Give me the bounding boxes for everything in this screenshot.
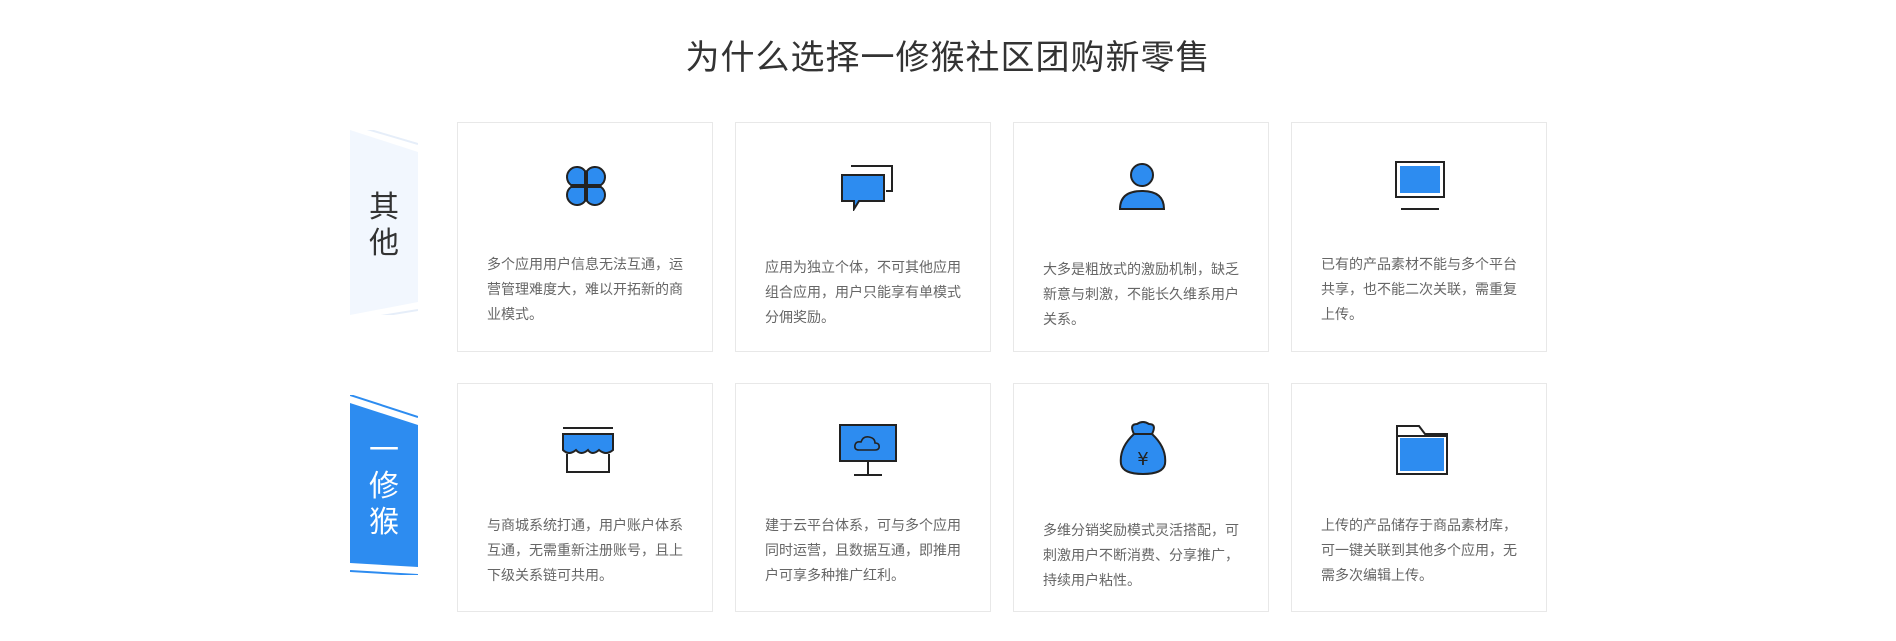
feature-card: 已有的产品素材不能与多个平台共享，也不能二次关联，需重复上传。 xyxy=(1291,122,1547,352)
feature-card: 与商城系统打通，用户账户体系互通，无需重新注册账号，且上下级关系链可共用。 xyxy=(457,383,713,612)
feature-card: 应用为独立个体，不可其他应用组合应用，用户只能享有单模式分佣奖励。 xyxy=(735,122,991,352)
cloud-monitor-icon xyxy=(839,424,897,476)
feature-card: 多个应用用户信息无法互通，运营管理难度大，难以开拓新的商业模式。 xyxy=(457,122,713,352)
side-label-other: 其 他 xyxy=(350,130,418,315)
chat-bubbles-icon xyxy=(839,161,893,213)
side-label-char: 猴 xyxy=(369,505,399,540)
card-text: 与商城系统打通，用户账户体系互通，无需重新注册账号，且上下级关系链可共用。 xyxy=(487,518,683,584)
side-label-char: 修 xyxy=(369,469,399,504)
side-label-char: 其 xyxy=(369,190,399,225)
svg-text:¥: ¥ xyxy=(1137,449,1148,470)
feature-card: 大多是粗放式的激励机制，缺乏新意与刺激，不能长久维系用户关系。 xyxy=(1013,122,1269,352)
monitor-icon xyxy=(1395,161,1445,211)
feature-card: ¥ 多维分销奖励模式灵活搭配，可刺激用户不断消费、分享推广，持续用户粘性。 xyxy=(1013,383,1269,612)
feature-card: 建于云平台体系，可与多个应用同时运营，且数据互通，即推用户可享多种推广红利。 xyxy=(735,383,991,612)
folder-icon xyxy=(1395,424,1448,475)
card-text: 多维分销奖励模式灵活搭配，可刺激用户不断消费、分享推广，持续用户粘性。 xyxy=(1043,523,1239,589)
money-bag-icon: ¥ xyxy=(1117,420,1167,476)
card-text: 建于云平台体系，可与多个应用同时运营，且数据互通，即推用户可享多种推广红利。 xyxy=(765,518,961,584)
user-icon xyxy=(1117,161,1167,211)
card-text: 已有的产品素材不能与多个平台共享，也不能二次关联，需重复上传。 xyxy=(1321,257,1517,323)
side-label-yixiuhou: 一 修 猴 xyxy=(350,395,418,575)
side-label-char: 一 xyxy=(369,433,399,468)
storefront-icon xyxy=(561,424,614,474)
card-text: 应用为独立个体，不可其他应用组合应用，用户只能享有单模式分佣奖励。 xyxy=(765,260,961,326)
side-label-char: 他 xyxy=(369,226,399,261)
card-text: 大多是粗放式的激励机制，缺乏新意与刺激，不能长久维系用户关系。 xyxy=(1043,262,1239,328)
page-title: 为什么选择一修猴社区团购新零售 xyxy=(685,38,1211,78)
card-text: 多个应用用户信息无法互通，运营管理难度大，难以开拓新的商业模式。 xyxy=(487,257,683,323)
app-grid-icon xyxy=(561,161,611,211)
card-text: 上传的产品储存于商品素材库，可一键关联到其他多个应用，无需多次编辑上传。 xyxy=(1321,518,1517,584)
feature-card: 上传的产品储存于商品素材库，可一键关联到其他多个应用，无需多次编辑上传。 xyxy=(1291,383,1547,612)
